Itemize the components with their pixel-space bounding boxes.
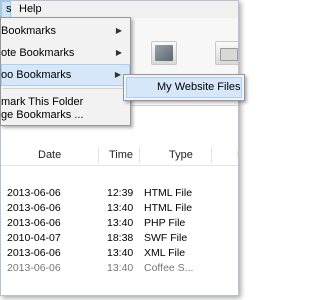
column-separator[interactable] — [211, 147, 212, 163]
row-type: Coffee S... — [144, 262, 194, 274]
row-type: HTML File — [144, 187, 193, 199]
bookmarks-dropdown-menu: Bookmarks ▶ ote Bookmarks ▶ oo Bookmarks… — [0, 17, 131, 126]
submenu-item-label: My Website Files — [157, 81, 241, 93]
row-type: SWF File — [144, 232, 188, 244]
table-row[interactable]: 2013-06-06 13:40 PHP File — [1, 216, 238, 231]
row-time: 18:38 — [107, 232, 134, 244]
row-date: 2013-06-06 — [7, 202, 61, 214]
row-time: 13:40 — [107, 202, 134, 214]
menu-item-manage-bookmarks[interactable]: ge Bookmarks ... — [1, 109, 130, 127]
row-time: 13:40 — [107, 217, 134, 229]
menu-bookmarks-label: s — [6, 3, 12, 15]
row-time: 13:40 — [107, 247, 134, 259]
row-type: XML File — [144, 247, 186, 259]
menu-item-remote-bookmarks[interactable]: ote Bookmarks ▶ — [1, 42, 130, 64]
menu-item-label: ge Bookmarks ... — [1, 109, 84, 121]
image-icon[interactable] — [151, 41, 177, 65]
table-row[interactable]: 2013-06-06 13:40 XML File — [1, 246, 238, 261]
menu-help[interactable]: Help — [15, 1, 46, 18]
column-separator[interactable] — [98, 147, 99, 163]
submenu-item-my-website-files[interactable]: My Website Files — [126, 77, 242, 98]
row-date: 2013-06-06 — [7, 187, 61, 199]
website-bookmarks-submenu: My Website Files — [123, 74, 245, 101]
chevron-right-icon: ▶ — [115, 48, 122, 57]
row-date: 2013-06-06 — [7, 262, 61, 274]
column-separator[interactable] — [139, 147, 140, 163]
row-type: PHP File — [144, 217, 186, 229]
row-type: HTML File — [144, 202, 193, 214]
table-row[interactable]: 2013-06-06 12:39 HTML File — [1, 186, 238, 201]
column-header-type[interactable]: Type — [169, 144, 193, 166]
row-date: 2013-06-06 — [7, 217, 61, 229]
folder-icon[interactable] — [215, 41, 238, 65]
row-date: 2010-04-07 — [7, 232, 61, 244]
table-row[interactable]: 2013-06-06 13:40 HTML File — [1, 201, 238, 216]
menu-bookmarks[interactable]: s — [1, 1, 12, 18]
column-header-extra[interactable]: F — [237, 144, 238, 166]
file-list-header: Date Time Type F — [1, 144, 238, 166]
menu-separator — [3, 88, 128, 89]
menu-item-website-bookmarks[interactable]: oo Bookmarks ▶ — [1, 64, 130, 86]
menu-help-label: Help — [19, 3, 42, 15]
menu-item-label: oo Bookmarks — [1, 69, 72, 81]
column-header-time[interactable]: Time — [109, 144, 133, 166]
menu-item-label: ote Bookmarks — [1, 47, 75, 59]
menu-item-bookmarks[interactable]: Bookmarks ▶ — [1, 20, 130, 42]
menubar: s Help — [1, 1, 238, 18]
column-header-date[interactable]: Date — [38, 144, 61, 166]
menu-item-label: Bookmarks — [1, 25, 57, 37]
chevron-right-icon: ▶ — [114, 70, 121, 79]
table-row[interactable]: 2013-06-06 13:40 Coffee S... — [1, 261, 238, 276]
table-row[interactable]: 2010-04-07 18:38 SWF File — [1, 231, 238, 246]
row-time: 13:40 — [107, 262, 134, 274]
row-time: 12:39 — [107, 187, 134, 199]
chevron-right-icon: ▶ — [115, 26, 122, 35]
row-date: 2013-06-06 — [7, 247, 61, 259]
